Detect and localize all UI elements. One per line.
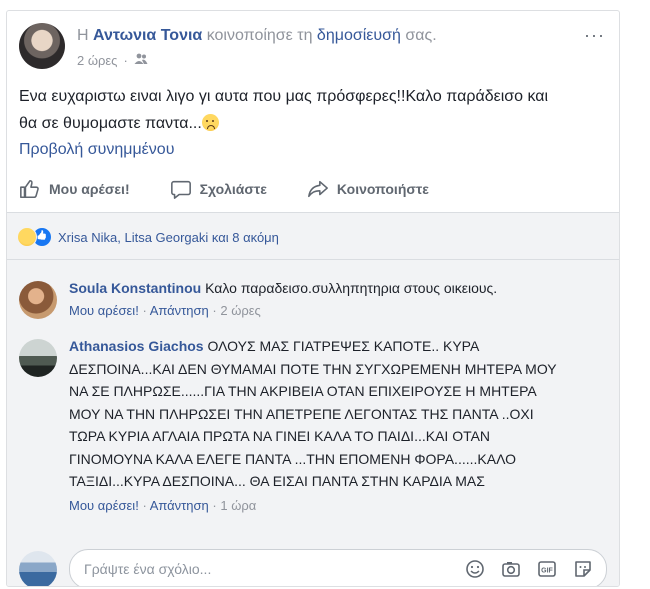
current-user-avatar <box>19 551 57 586</box>
share-button[interactable]: Κοινοποιήστε <box>307 178 429 200</box>
gif-icon[interactable]: GIF <box>536 558 558 580</box>
sad-face-emoji <box>201 114 219 131</box>
like-button[interactable]: Μου αρέσει! <box>19 178 130 200</box>
reactions-summary[interactable]: Xrisa Nika, Litsa Georgaki και 8 ακόμη <box>17 227 279 247</box>
comment-body: Athanasios Giachos ΟΛΟΥΣ ΜΑΣ ΓΙΑΤΡΕΨΕΣ Κ… <box>69 335 567 517</box>
author-name-link[interactable]: Αντωνια Τονια <box>93 27 202 44</box>
share-button-label: Κοινοποιήστε <box>336 181 429 197</box>
post-text-line-2: θα σε θυμομαστε παντα... <box>19 115 202 132</box>
comment-content: Athanasios Giachos ΟΛΟΥΣ ΜΑΣ ΓΙΑΤΡΕΨΕΣ Κ… <box>69 335 567 493</box>
comment-reply-link[interactable]: Απάντηση <box>150 303 209 318</box>
meta-dot: · <box>142 497 147 513</box>
comment-avatar[interactable] <box>19 339 57 377</box>
post-object-link[interactable]: δημοσίευσή <box>317 27 401 44</box>
comment-avatar[interactable] <box>19 281 57 319</box>
emoji-icon[interactable] <box>464 558 486 580</box>
post-card: Η Αντωνια Τονια κοινοποίησε τη δημοσίευσ… <box>6 10 620 587</box>
camera-icon[interactable] <box>500 558 522 580</box>
share-arrow-icon <box>307 180 328 198</box>
meta-dot: · <box>142 302 147 318</box>
friends-icon[interactable] <box>134 53 148 68</box>
meta-dot: · <box>212 302 217 318</box>
post-actions: Μου αρέσει! Σχολιάστε Κοινοποιήστε <box>19 171 607 207</box>
comments-section: Soula Konstantinou Καλο παραδεισο.συλληπ… <box>7 259 619 586</box>
header-prefix: Η <box>77 27 89 44</box>
view-attachment-link[interactable]: Προβολή συνημμένου <box>19 141 174 159</box>
comment-reply-link[interactable]: Απάντηση <box>150 498 209 513</box>
post-timestamp[interactable]: 2 ώρες <box>77 53 117 68</box>
comment-button[interactable]: Σχολιάστε <box>170 178 267 200</box>
thumbs-up-icon <box>20 179 39 199</box>
header-action-text: κοινοποίησε τη <box>206 27 313 44</box>
more-options-button[interactable]: ··· <box>584 25 605 46</box>
sticker-icon[interactable] <box>572 558 594 580</box>
sad-reaction-icon <box>17 227 37 247</box>
svg-text:GIF: GIF <box>541 568 553 575</box>
comment-composer: Γράψτε ένα σχόλιο... GIF <box>19 549 607 586</box>
comment-meta: Μου αρέσει! · Απάντηση · 2 ώρες <box>69 300 597 323</box>
comment-input-placeholder: Γράψτε ένα σχόλιο... <box>84 561 212 577</box>
comment-input[interactable]: Γράψτε ένα σχόλιο... GIF <box>69 549 607 586</box>
comment-like-link[interactable]: Μου αρέσει! <box>69 303 139 318</box>
comment-author-link[interactable]: Soula Konstantinou <box>69 280 201 296</box>
comments-divider <box>7 259 619 260</box>
post-text-line-2-wrap: θα σε θυμομαστε παντα... <box>19 110 609 137</box>
reactions-bar: Xrisa Nika, Litsa Georgaki και 8 ακόμη <box>7 213 619 259</box>
comment-text: Καλο παραδεισο.συλληπητηρια στους οικειο… <box>205 280 498 296</box>
author-avatar[interactable] <box>19 23 65 69</box>
comment-button-label: Σχολιάστε <box>199 181 267 197</box>
comment-meta: Μου αρέσει! · Απάντηση · 1 ώρα <box>69 495 567 518</box>
post-header: Η Αντωνια Τονια κοινοποίησε τη δημοσίευσ… <box>19 23 607 71</box>
comment-bubble-icon <box>170 180 191 199</box>
meta-dot: · <box>212 497 217 513</box>
post-meta: 2 ώρες · <box>77 53 148 68</box>
comment-body: Soula Konstantinou Καλο παραδεισο.συλληπ… <box>69 277 597 322</box>
post-text-line-1: Ενα ευχαριστω ειναι λιγο γι αυτα που μας… <box>19 88 549 105</box>
comment-content: Soula Konstantinou Καλο παραδεισο.συλληπ… <box>69 277 597 300</box>
comment-time[interactable]: 2 ώρες <box>220 303 260 318</box>
header-dot: · <box>123 53 128 68</box>
reactions-summary-text: Xrisa Nika, Litsa Georgaki και 8 ακόμη <box>58 229 279 245</box>
post-header-line: Η Αντωνια Τονια κοινοποίησε τη δημοσίευσ… <box>77 27 437 45</box>
comment-author-link[interactable]: Athanasios Giachos <box>69 338 204 354</box>
comment-time[interactable]: 1 ώρα <box>220 498 256 513</box>
comment-like-link[interactable]: Μου αρέσει! <box>69 498 139 513</box>
like-button-label: Μου αρέσει! <box>49 181 130 197</box>
comment-text: ΟΛΟΥΣ ΜΑΣ ΓΙΑΤΡΕΨΕΣ ΚΑΠΟΤΕ.. ΚΥΡΑ ΔΕΣΠΟΙ… <box>69 338 557 489</box>
composer-icons: GIF <box>464 558 594 580</box>
post-text: Ενα ευχαριστω ειναι λιγο γι αυτα που μας… <box>19 83 609 137</box>
header-suffix: σας. <box>405 27 437 44</box>
